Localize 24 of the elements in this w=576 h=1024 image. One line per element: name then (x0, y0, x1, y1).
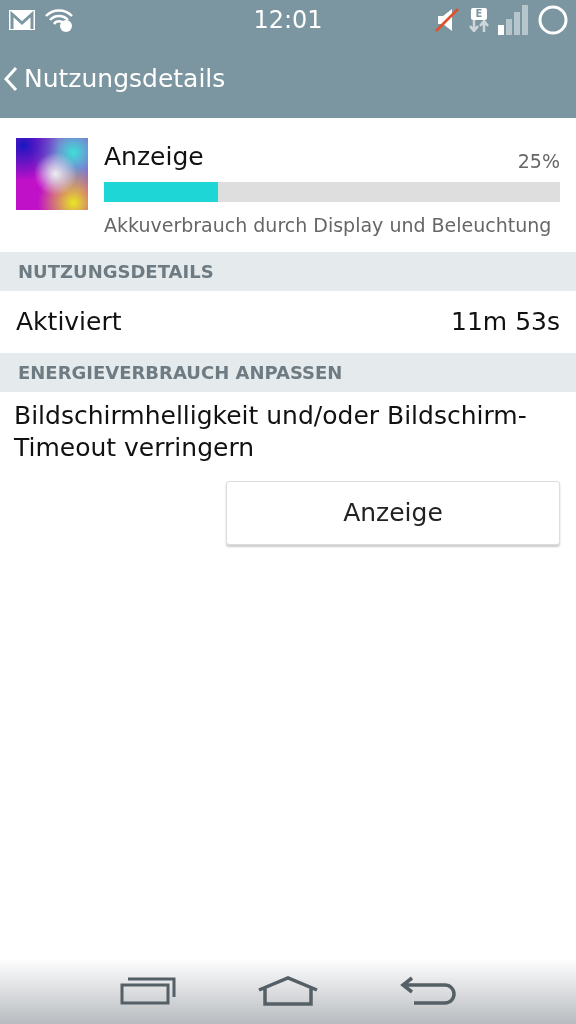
home-button[interactable] (257, 976, 319, 1006)
app-name: Anzeige (104, 141, 204, 173)
section-header: NUTZUNGSDETAILS (0, 252, 576, 292)
home-icon (257, 976, 319, 1006)
data-arrows-icon (468, 20, 490, 32)
network-type: E (470, 8, 488, 20)
back-arrow-icon (399, 976, 456, 1006)
usage-description: Akkuverbrauch durch Display und Beleuchtung (104, 212, 553, 238)
chevron-left-icon (4, 66, 18, 92)
section-header: ENERGIEVERBRAUCH ANPASSEN (0, 352, 576, 392)
signal-icon (498, 5, 530, 35)
back-nav-button[interactable] (399, 976, 456, 1006)
detail-value: 11m 53s (451, 306, 560, 339)
mute-icon (434, 7, 460, 33)
wifi-icon (44, 8, 74, 32)
detail-label: Aktiviert (16, 306, 122, 339)
recent-apps-icon (120, 977, 177, 1005)
tip-text: Bildschirmhelligkeit und/oder Bildschirm-Timeout verringern (13, 399, 528, 465)
circle-icon (538, 5, 568, 35)
recent-apps-button[interactable] (120, 977, 177, 1005)
usage-percent: 25% (517, 149, 560, 174)
clock-time: 12:01 (253, 5, 323, 36)
mail-icon (8, 9, 36, 31)
display-settings-button[interactable]: Anzeige (226, 480, 560, 545)
